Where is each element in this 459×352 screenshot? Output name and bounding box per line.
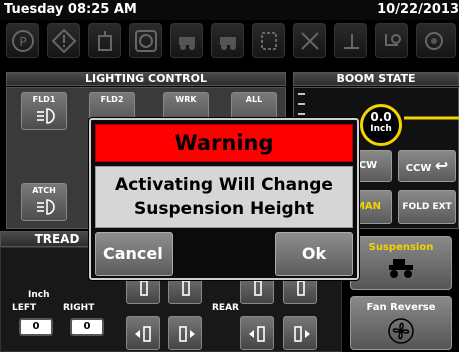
tractor-icon[interactable] [211,23,244,58]
tread-rear-label: REAR [212,303,239,313]
day-time: Tuesday 08:25 AM [4,2,137,17]
fan-icon[interactable] [293,23,326,58]
tread-rear-left-in-button[interactable] [126,316,160,350]
boom-ccw-label: CCW [405,163,432,174]
tread-icon [140,280,148,296]
fan-reverse-label: Fan Reverse [366,302,436,313]
tread-icon [254,280,262,296]
headlight-icon [37,199,55,215]
indicator-row: P [0,21,459,61]
boom-height-readout: 0.0 Inch [360,104,402,146]
headlight-icon [37,108,55,124]
tread-left-value[interactable]: 0 [19,318,53,336]
tread-rear-right-out-button[interactable] [283,316,317,350]
light-atch-button[interactable]: ATCH [21,183,67,221]
arrow-right-icon [179,326,195,342]
cancel-button[interactable]: Cancel [95,232,173,276]
arrow-left-icon [135,326,151,342]
light-fld2-label: FLD2 [100,95,124,104]
arrow-left-icon [249,326,265,342]
tread-rear-right-in-button[interactable] [240,316,274,350]
hydraulic-icon[interactable] [129,23,162,58]
suspension-label: Suspension [368,242,434,253]
suspension-button[interactable]: Suspension [350,236,452,290]
fuel-filter-icon[interactable] [88,23,121,58]
tread-right-label: RIGHT [63,303,95,313]
boom-height-value: 0.0 [370,110,392,124]
light-atch-label: ATCH [32,186,56,195]
warning-dialog: Warning Activating Will Change Suspensio… [89,118,359,280]
fan-reverse-button[interactable]: Fan Reverse [350,296,452,350]
boom-ccw-button[interactable]: CCW ↩ [398,150,456,182]
dialog-title: Warning [95,124,353,162]
tread-unit: Inch [28,290,50,300]
tractor-icon[interactable] [170,23,203,58]
parking-brake-icon[interactable]: P [6,23,39,58]
dialog-message-line1: Activating Will Change [115,175,333,195]
suspension-vehicle-icon [389,259,413,278]
tread-rear-left-out-button[interactable] [168,316,202,350]
heater-icon[interactable] [252,23,285,58]
light-all-label: ALL [245,95,263,104]
date: 10/22/2013 [377,2,459,17]
status-bar: Tuesday 08:25 AM 10/22/2013 [0,0,459,20]
steering-icon[interactable] [375,23,408,58]
boom-state-header: BOOM STATE [293,72,459,86]
light-wrk-label: WRK [175,95,197,104]
light-fld1-button[interactable]: FLD1 [21,92,67,130]
boom-height-unit: Inch [370,124,392,134]
light-fld1-label: FLD1 [32,95,56,104]
seat-icon[interactable] [334,23,367,58]
warning-icon[interactable] [47,23,80,58]
lighting-control-header: LIGHTING CONTROL [6,72,286,86]
tread-icon [182,280,190,296]
tread-right-value[interactable]: 0 [70,318,104,336]
boom-fold-ext-button[interactable]: FOLD EXT [398,190,456,224]
arrow-right-icon [294,326,310,342]
gear-icon[interactable] [416,23,456,58]
rotate-ccw-icon: ↩ [434,156,449,175]
fan-icon [388,318,414,344]
ok-button[interactable]: Ok [275,232,353,276]
tread-icon [297,280,305,296]
dialog-message: Activating Will Change Suspension Height [95,166,353,228]
svg-text:P: P [19,35,26,49]
tread-left-label: LEFT [12,303,37,313]
dialog-message-line2: Suspension Height [134,199,314,219]
